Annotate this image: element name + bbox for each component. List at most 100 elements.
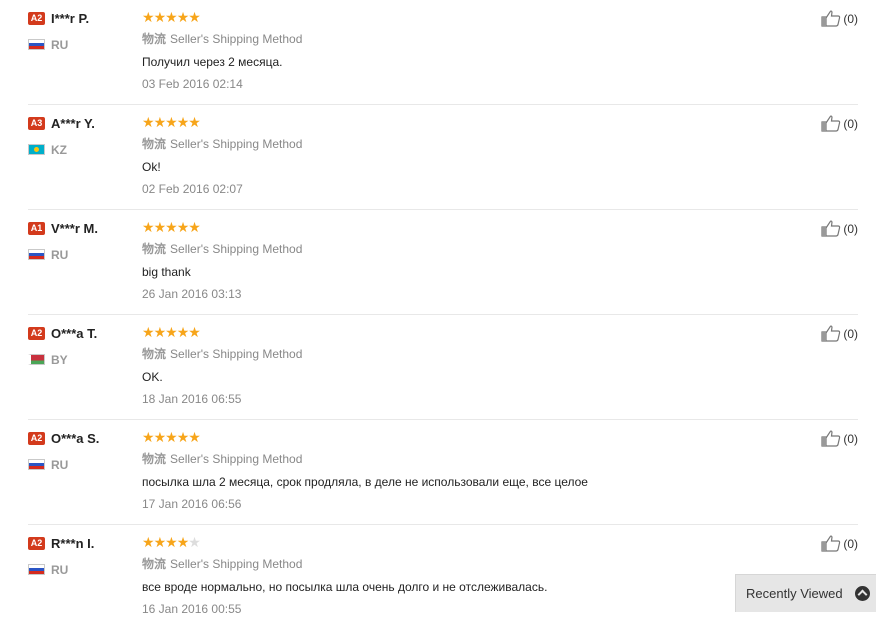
- country-code: BY: [51, 352, 68, 367]
- logistics-label: 物流: [142, 137, 167, 151]
- shipping-method-text: Seller's Shipping Method: [170, 242, 303, 256]
- thumbs-up-icon: [821, 220, 841, 237]
- star-icon: ★: [165, 114, 178, 130]
- logistics-label: 物流: [142, 557, 167, 571]
- review-comment: Получил через 2 месяца.: [142, 55, 283, 69]
- buyer-level-badge: A2: [28, 327, 45, 341]
- review-date: 16 Jan 2016 00:55: [142, 602, 242, 616]
- review-comment: посылка шла 2 месяца, срок продляла, в д…: [142, 475, 588, 489]
- review-content: ★★★★★ 物流 Seller's Shipping Method OK. 18 …: [142, 325, 742, 406]
- thumbs-up-icon: [821, 535, 841, 552]
- review-item: A2 R***n I. RU ★★★★★ 物流 Seller's Shipping …: [28, 525, 858, 629]
- star-icon: ★: [188, 429, 201, 445]
- star-icon: ★: [153, 534, 167, 550]
- reviewer-info: A2 O***a S. RU: [28, 430, 138, 472]
- shipping-method-text: Seller's Shipping Method: [170, 452, 303, 466]
- buyer-level-badge: A1: [28, 222, 45, 236]
- feedback-list: A2 I***r P. RU ★★★★★ 物流 Seller's Shipping …: [28, 0, 858, 629]
- shipping-method: 物流 Seller's Shipping Method: [142, 30, 742, 47]
- review-comment: Ok!: [142, 160, 161, 174]
- kazakhstan-flag-icon: [28, 144, 45, 156]
- helpful-button[interactable]: (0): [821, 535, 858, 552]
- helpful-count: (0): [843, 116, 858, 131]
- star-icon: ★: [142, 429, 155, 445]
- star-icon: ★: [165, 534, 178, 550]
- helpful-button[interactable]: (0): [821, 325, 858, 342]
- russia-flag-icon: [28, 459, 45, 471]
- star-icon: ★: [176, 114, 190, 130]
- shipping-method: 物流 Seller's Shipping Method: [142, 240, 742, 257]
- buyer-level-badge: A3: [28, 117, 45, 131]
- thumbs-up-icon: [821, 115, 841, 132]
- review-item: A2 O***a S. RU ★★★★★ 物流 Seller's Shipping …: [28, 420, 858, 525]
- review-content: ★★★★★ 物流 Seller's Shipping Method все вро…: [142, 535, 742, 616]
- review-item: A2 O***a T. BY ★★★★★ 物流 Seller's Shipping …: [28, 315, 858, 420]
- star-rating: ★★★★★: [142, 535, 742, 549]
- helpful-button[interactable]: (0): [821, 220, 858, 237]
- country: BY: [28, 351, 138, 367]
- buyer-level-badge: A2: [28, 432, 45, 446]
- star-icon: ★: [153, 219, 167, 235]
- country: RU: [28, 456, 138, 472]
- reviewer-info: A1 V***r M. RU: [28, 220, 138, 262]
- star-icon: ★: [188, 219, 201, 235]
- country-code: RU: [51, 37, 69, 52]
- reviewer-info: A2 R***n I. RU: [28, 535, 138, 577]
- buyer-level-badge: A2: [28, 537, 45, 551]
- helpful-count: (0): [843, 221, 858, 236]
- shipping-method: 物流 Seller's Shipping Method: [142, 555, 742, 572]
- country-code: RU: [51, 457, 69, 472]
- star-empty-icon: ★: [188, 534, 201, 550]
- star-icon: ★: [142, 219, 155, 235]
- reviewer-name: I***r P.: [51, 11, 90, 27]
- star-icon: ★: [142, 114, 155, 130]
- review-comment: OK.: [142, 370, 163, 384]
- helpful-count: (0): [843, 326, 858, 341]
- reviewer-name: A***r Y.: [51, 116, 95, 132]
- star-icon: ★: [188, 9, 201, 25]
- recently-viewed-button[interactable]: Recently Viewed: [735, 574, 876, 612]
- helpful-button[interactable]: (0): [821, 115, 858, 132]
- country-code: KZ: [51, 142, 67, 157]
- thumbs-up-icon: [821, 10, 841, 27]
- star-icon: ★: [188, 324, 201, 340]
- country: KZ: [28, 141, 138, 157]
- buyer-level-badge: A2: [28, 12, 45, 26]
- star-icon: ★: [176, 534, 190, 550]
- star-rating: ★★★★★: [142, 10, 742, 24]
- shipping-method: 物流 Seller's Shipping Method: [142, 345, 742, 362]
- star-icon: ★: [153, 9, 167, 25]
- logistics-label: 物流: [142, 347, 167, 361]
- review-content: ★★★★★ 物流 Seller's Shipping Method Получил…: [142, 10, 742, 91]
- star-icon: ★: [153, 429, 167, 445]
- star-icon: ★: [188, 114, 201, 130]
- thumbs-up-icon: [821, 430, 841, 447]
- star-icon: ★: [142, 534, 155, 550]
- star-icon: ★: [176, 324, 190, 340]
- shipping-method-text: Seller's Shipping Method: [170, 32, 303, 46]
- star-icon: ★: [153, 324, 167, 340]
- star-rating: ★★★★★: [142, 430, 742, 444]
- russia-flag-icon: [28, 39, 45, 51]
- reviewer-info: A2 I***r P. RU: [28, 10, 138, 52]
- review-content: ★★★★★ 物流 Seller's Shipping Method посылка…: [142, 430, 742, 511]
- belarus-flag-icon: [28, 354, 45, 366]
- shipping-method-text: Seller's Shipping Method: [170, 137, 303, 151]
- russia-flag-icon: [28, 249, 45, 261]
- helpful-button[interactable]: (0): [821, 430, 858, 447]
- reviewer-name: V***r M.: [51, 221, 98, 237]
- review-content: ★★★★★ 物流 Seller's Shipping Method big tha…: [142, 220, 742, 301]
- country-code: RU: [51, 247, 69, 262]
- russia-flag-icon: [28, 564, 45, 576]
- star-icon: ★: [165, 429, 178, 445]
- reviewer-name: O***a S.: [51, 431, 100, 447]
- review-item: A2 I***r P. RU ★★★★★ 物流 Seller's Shipping …: [28, 0, 858, 105]
- logistics-label: 物流: [142, 242, 167, 256]
- country-code: RU: [51, 562, 69, 577]
- helpful-button[interactable]: (0): [821, 10, 858, 27]
- review-item: A3 A***r Y. KZ ★★★★★ 物流 Seller's Shipping …: [28, 105, 858, 210]
- star-icon: ★: [176, 9, 190, 25]
- shipping-method: 物流 Seller's Shipping Method: [142, 135, 742, 152]
- star-icon: ★: [176, 429, 190, 445]
- country: RU: [28, 246, 138, 262]
